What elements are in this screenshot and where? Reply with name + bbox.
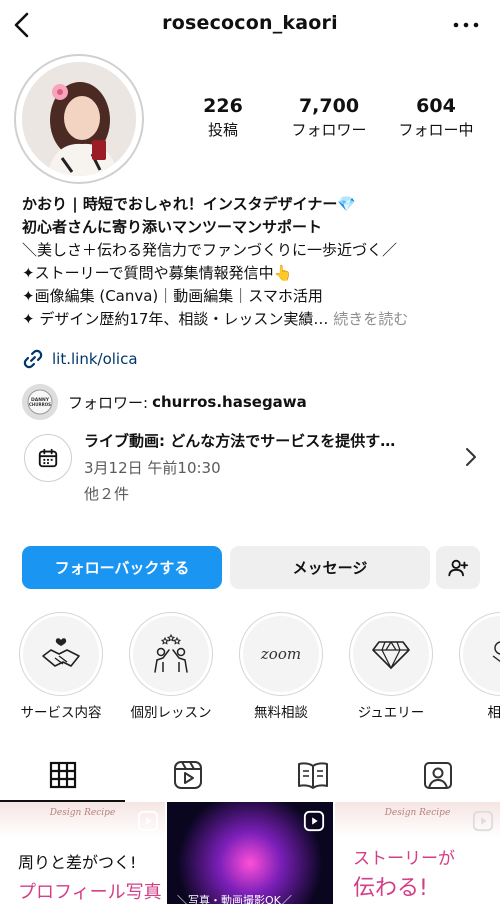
story-highlights: サービス内容 個別レッスン zoom 無料相談 ジュエリー 相 — [0, 612, 500, 724]
mutual-follower-name[interactable]: churros.hasegawa — [152, 393, 307, 411]
follow-back-button[interactable]: フォローバックする — [22, 546, 222, 589]
followers-label: フォロワー — [291, 121, 367, 139]
followers-stat[interactable]: 7,700 フォロワー — [279, 95, 379, 141]
bio-line: ✦ デザイン歴約17年、相談・レッスン実績… — [22, 310, 334, 328]
highlight-label: サービス内容 — [20, 705, 102, 721]
reel-icon — [137, 810, 159, 832]
post-thumbnail[interactable]: ＼写真・動画撮影OK／ — [167, 802, 333, 904]
profile-link[interactable]: lit.link/olica — [22, 346, 138, 372]
highlight-label: 相談 — [487, 705, 500, 721]
following-label: フォロー中 — [398, 121, 474, 139]
posts-label: 投稿 — [207, 121, 238, 139]
bio-name-line: かおり | 時短でおしゃれ！インスタデザイナー💎 — [22, 195, 357, 213]
bio-line: ✦ストーリーで質問や募集情報発信中👆 — [22, 264, 293, 282]
profile-avatar-ring[interactable] — [14, 54, 144, 184]
calendar-icon-circle — [24, 434, 72, 482]
bio-line: ＼美しさ＋伝わる発信力でファンづくりに一歩近づく／ — [22, 241, 398, 259]
post-headline: 周りと差がつく! — [18, 853, 137, 872]
highlight-label: 個別レッスン — [130, 705, 212, 721]
bio-tagline: 初心者さんに寄り添いマンツーマンサポート — [22, 218, 323, 236]
reel-icon — [303, 810, 325, 832]
suggest-users-button[interactable] — [436, 546, 480, 589]
highlight-label: 無料相談 — [254, 705, 308, 721]
message-button[interactable]: メッセージ — [230, 546, 430, 589]
highlight-item[interactable]: ジュエリー — [336, 612, 446, 722]
add-user-icon — [448, 559, 469, 576]
bio-line-truncated: ✦ デザイン歴約17年、相談・レッスン実績… 続きを読む — [22, 308, 492, 331]
highlight-item[interactable]: zoom 無料相談 — [226, 612, 336, 722]
bio-line: ✦画像編集 (Canva)｜動画編集｜スマホ活用 — [22, 287, 323, 305]
calendar-icon — [38, 448, 58, 468]
tab-tagged[interactable] — [375, 748, 500, 802]
event-date: 3月12日 午前10:30 — [84, 459, 221, 477]
posts-grid: Design Recipe 周りと差がつく! プロフィール写真 ＼写真・動画撮影… — [0, 802, 500, 904]
tab-reels[interactable] — [125, 748, 250, 802]
flower-icon — [492, 641, 500, 663]
event-title: ライブ動画: どんな方法でサービスを提供す… — [84, 432, 396, 450]
profile-avatar — [22, 62, 136, 176]
profile-bio: かおり | 時短でおしゃれ！インスタデザイナー💎 初心者さんに寄り添いマンツーマ… — [22, 193, 492, 331]
posts-count: 226 — [203, 95, 243, 117]
zoom-logo-text: zoom — [260, 645, 302, 663]
post-headline: ストーリーが — [353, 849, 455, 869]
followers-count: 7,700 — [298, 95, 360, 117]
event-more-count: 他２件 — [84, 485, 130, 503]
mutual-followers-row[interactable]: DANNY CHURROS フォロワー: churros.hasegawa — [22, 382, 307, 422]
posts-stat[interactable]: 226 投稿 — [173, 95, 273, 141]
tagged-icon — [423, 762, 452, 789]
post-caption: ＼写真・動画撮影OK／ — [177, 894, 292, 904]
profile-username: rosecocon_kaori — [162, 12, 338, 34]
svg-text:CHURROS: CHURROS — [29, 402, 51, 407]
handshake-heart-icon — [42, 638, 80, 667]
highlight-label: ジュエリー — [357, 705, 425, 721]
profile-header: rosecocon_kaori — [0, 0, 500, 50]
reel-icon — [472, 810, 494, 832]
mutual-follower-avatar: DANNY CHURROS — [22, 384, 58, 420]
highlight-item[interactable]: 相談 — [446, 612, 500, 722]
read-more-link[interactable]: 続きを読む — [333, 310, 408, 328]
reels-icon — [173, 761, 202, 789]
chevron-right-icon — [466, 448, 476, 466]
tab-guides[interactable] — [250, 748, 375, 802]
following-stat[interactable]: 604 フォロー中 — [386, 95, 486, 141]
highlight-item[interactable]: サービス内容 — [6, 612, 116, 722]
highlight-item[interactable]: 個別レッスン — [116, 612, 226, 722]
following-count: 604 — [416, 95, 456, 117]
diamond-icon — [372, 641, 410, 670]
people-stars-icon — [154, 634, 188, 673]
mutual-follower-prefix: フォロワー: — [68, 393, 149, 412]
post-headline: プロフィール写真 — [18, 882, 162, 903]
post-headline: 伝わる! — [353, 876, 428, 901]
more-options-icon[interactable] — [452, 16, 480, 34]
profile-tabs — [0, 748, 500, 802]
link-icon — [23, 349, 43, 369]
post-thumbnail[interactable]: Design Recipe ストーリーが 伝わる! — [335, 802, 500, 904]
post-thumbnail[interactable]: Design Recipe 周りと差がつく! プロフィール写真 — [0, 802, 165, 904]
guides-icon — [297, 762, 328, 789]
tab-posts-grid[interactable] — [0, 748, 125, 802]
link-text[interactable]: lit.link/olica — [52, 350, 138, 368]
grid-icon — [49, 761, 76, 789]
upcoming-event-card[interactable]: ライブ動画: どんな方法でサービスを提供す… 3月12日 午前10:30 他２件 — [22, 428, 492, 512]
